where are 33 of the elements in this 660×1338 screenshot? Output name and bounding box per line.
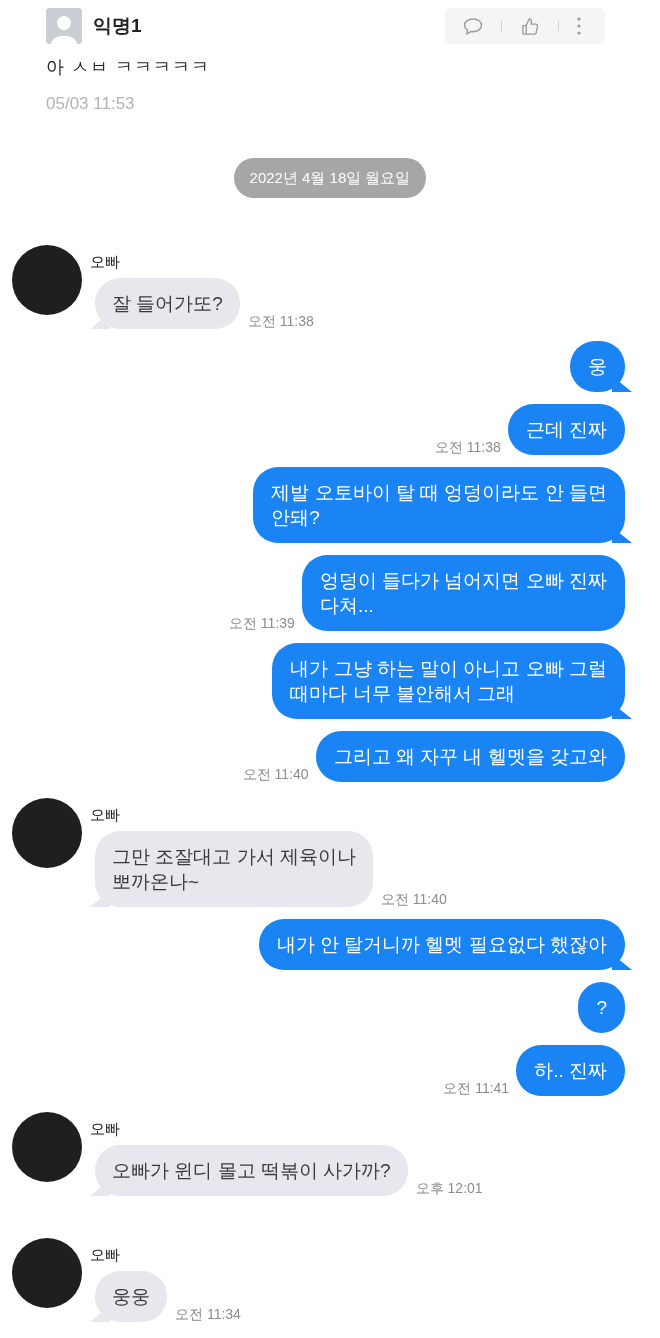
date-chip: 2022년 4월 18일 월요일 — [233, 158, 427, 198]
message-bubble: 엉덩이 들다가 넘어지면 오빠 진짜 다쳐... — [301, 555, 625, 631]
message-bubble: 제발 오토바이 탈 때 엉덩이라도 안 들면 안돼? — [253, 467, 632, 543]
message-time: 오전 11:39 — [229, 615, 295, 631]
sender-name: 오빠 — [90, 1246, 120, 1264]
message-time: 오전 11:38 — [247, 313, 314, 329]
author-name: 익명1 — [93, 14, 142, 38]
message-bubble: 그리고 왜 자꾸 내 헬멧을 갖고와 — [315, 731, 625, 782]
message-bubble: 오빠가 윈디 몰고 떡볶이 사가까? — [90, 1145, 408, 1196]
sender-name: 오빠 — [90, 806, 120, 824]
message-time: 오전 11:40 — [380, 891, 447, 907]
message-bubble: ? — [578, 982, 625, 1033]
sender-name: 오빠 — [90, 1120, 120, 1138]
message-bubble: 하.. 진짜 — [516, 1045, 625, 1096]
message-bubble: 내가 안 탈거니까 헬멧 필요없다 했잖아 — [258, 919, 632, 970]
message-bubble: 내가 그냥 하는 말이 아니고 오빠 그럴 때마다 너무 불안해서 그래 — [272, 643, 632, 719]
comment-text: 아 ㅅㅂ ㅋㅋㅋㅋㅋ — [46, 56, 210, 79]
message-time: 오전 11:34 — [175, 1306, 241, 1322]
message-bubble: 웅 — [570, 341, 632, 392]
thumbs-up-icon[interactable] — [520, 16, 540, 36]
message-bubble: 잘 들어가또? — [90, 278, 240, 329]
message-time: 오전 11:38 — [434, 439, 501, 455]
message-bubble: 웅웅 — [90, 1271, 167, 1322]
message-time: 오전 11:40 — [242, 766, 309, 782]
message-bubble: 근데 진짜 — [507, 404, 625, 455]
sender-name: 오빠 — [90, 253, 120, 271]
comment-icon[interactable] — [463, 16, 483, 36]
comment-timestamp: 05/03 11:53 — [46, 93, 135, 115]
more-icon[interactable] — [577, 17, 581, 35]
message-time: 오후 12:01 — [415, 1180, 483, 1196]
message-bubble: 그만 조잘대고 가서 제육이나 뽀까온나~ — [90, 831, 373, 907]
avatar-icon — [46, 8, 82, 44]
message-time: 오전 11:41 — [443, 1080, 510, 1096]
